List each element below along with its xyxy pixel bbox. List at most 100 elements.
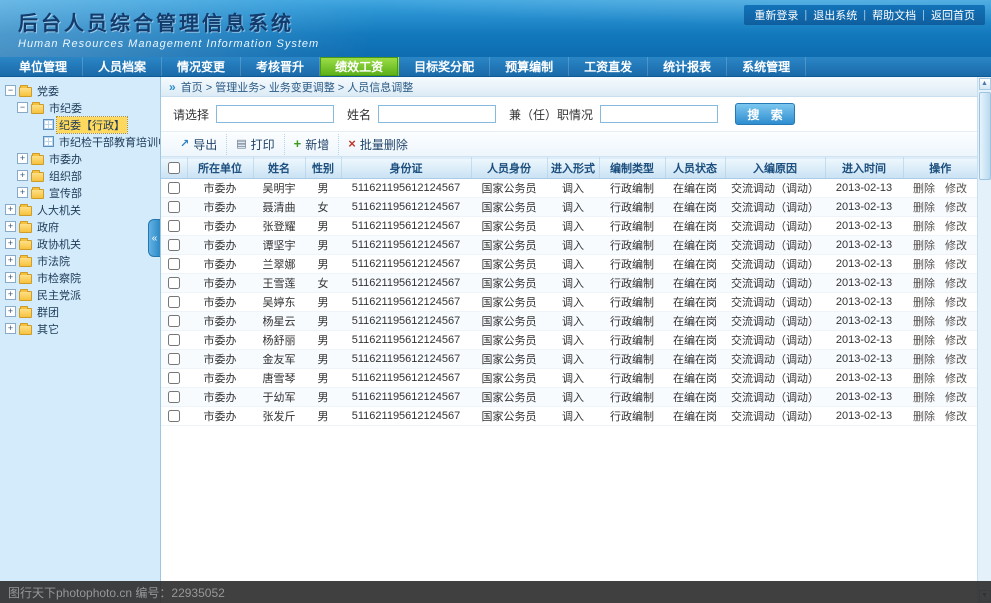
nav-item-0[interactable]: 单位管理 (4, 57, 83, 76)
expand-node-icon[interactable]: + (5, 221, 16, 232)
parttime-input[interactable] (600, 105, 718, 123)
scrollbar-thumb[interactable] (979, 92, 991, 180)
tree-item-6[interactable]: + 宣传部 (0, 184, 160, 201)
tree-item-1[interactable]: − 市纪委 (0, 99, 160, 116)
expand-node-icon[interactable]: + (5, 306, 16, 317)
nav-item-1[interactable]: 人员档案 (83, 57, 162, 76)
row-checkbox[interactable] (168, 258, 180, 270)
search-button[interactable]: 搜 索 (735, 103, 795, 125)
edit-link[interactable]: 修改 (945, 392, 967, 404)
tree-label[interactable]: 市检察院 (35, 270, 83, 286)
tree-item-0[interactable]: − 党委 (0, 82, 160, 99)
tree-item-3[interactable]: 市纪检干部教育培训中心 (0, 133, 160, 150)
expand-node-icon[interactable]: + (17, 187, 28, 198)
edit-link[interactable]: 修改 (945, 240, 967, 252)
tree-label[interactable]: 市纪委 (47, 100, 84, 116)
tree-label[interactable]: 宣传部 (47, 185, 84, 201)
tree-item-7[interactable]: + 人大机关 (0, 201, 160, 218)
nav-item-8[interactable]: 统计报表 (648, 57, 727, 76)
row-checkbox[interactable] (168, 239, 180, 251)
edit-link[interactable]: 修改 (945, 411, 967, 423)
edit-link[interactable]: 修改 (945, 259, 967, 271)
header-link-1[interactable]: 退出系统 (813, 7, 857, 23)
delete-link[interactable]: 删除 (913, 240, 935, 252)
expand-node-icon[interactable]: + (17, 153, 28, 164)
edit-link[interactable]: 修改 (945, 221, 967, 233)
expand-node-icon[interactable]: + (5, 323, 16, 334)
edit-link[interactable]: 修改 (945, 335, 967, 347)
delete-link[interactable]: 删除 (913, 354, 935, 366)
tree-label[interactable]: 组织部 (47, 168, 84, 184)
collapse-node-icon[interactable]: − (17, 102, 28, 113)
tree-label[interactable]: 群团 (35, 304, 61, 320)
select-input[interactable] (216, 105, 334, 123)
delete-link[interactable]: 删除 (913, 221, 935, 233)
header-link-3[interactable]: 返回首页 (931, 7, 975, 23)
delete-link[interactable]: 删除 (913, 297, 935, 309)
tree-item-13[interactable]: + 群团 (0, 303, 160, 320)
tree-item-8[interactable]: +政府 (0, 218, 160, 235)
tree-label[interactable]: 市委办 (47, 151, 84, 167)
edit-link[interactable]: 修改 (945, 354, 967, 366)
tree-item-11[interactable]: + 市检察院 (0, 269, 160, 286)
vertical-scrollbar[interactable]: ▲ ▼ (977, 77, 991, 603)
edit-link[interactable]: 修改 (945, 202, 967, 214)
tree-label[interactable]: 民主党派 (35, 287, 83, 303)
edit-link[interactable]: 修改 (945, 316, 967, 328)
nav-item-7[interactable]: 工资直发 (569, 57, 648, 76)
toolbar-batch-delete-button[interactable]: 批量删除 (339, 134, 417, 155)
row-checkbox[interactable] (168, 353, 180, 365)
edit-link[interactable]: 修改 (945, 297, 967, 309)
row-checkbox[interactable] (168, 296, 180, 308)
row-checkbox[interactable] (168, 334, 180, 346)
expand-node-icon[interactable]: + (5, 204, 16, 215)
row-checkbox[interactable] (168, 201, 180, 213)
delete-link[interactable]: 删除 (913, 259, 935, 271)
tree-label[interactable]: 纪委【行政】 (57, 117, 127, 133)
row-checkbox[interactable] (168, 182, 180, 194)
nav-item-5[interactable]: 目标奖分配 (399, 57, 490, 76)
collapse-node-icon[interactable]: − (5, 85, 16, 96)
expand-node-icon[interactable]: + (5, 272, 16, 283)
delete-link[interactable]: 删除 (913, 335, 935, 347)
tree-label[interactable]: 人大机关 (35, 202, 83, 218)
select-all-checkbox[interactable] (168, 162, 180, 174)
toolbar-add-button[interactable]: 新增 (285, 134, 340, 155)
tree-label[interactable]: 其它 (35, 321, 61, 337)
nav-item-2[interactable]: 情况变更 (162, 57, 241, 76)
row-checkbox[interactable] (168, 391, 180, 403)
expand-node-icon[interactable]: + (17, 170, 28, 181)
expand-node-icon[interactable]: + (5, 255, 16, 266)
row-checkbox[interactable] (168, 220, 180, 232)
tree-item-2[interactable]: 纪委【行政】 (0, 116, 160, 133)
tree-item-5[interactable]: + 组织部 (0, 167, 160, 184)
name-input[interactable] (378, 105, 496, 123)
tree-item-4[interactable]: + 市委办 (0, 150, 160, 167)
tree-label[interactable]: 党委 (35, 83, 61, 99)
delete-link[interactable]: 删除 (913, 278, 935, 290)
tree-item-10[interactable]: + 市法院 (0, 252, 160, 269)
row-checkbox[interactable] (168, 315, 180, 327)
delete-link[interactable]: 删除 (913, 392, 935, 404)
tree-label[interactable]: 市法院 (35, 253, 72, 269)
nav-item-6[interactable]: 预算编制 (490, 57, 569, 76)
sidebar-collapse-handle[interactable]: « (148, 219, 160, 257)
expand-node-icon[interactable]: + (5, 289, 16, 300)
edit-link[interactable]: 修改 (945, 278, 967, 290)
row-checkbox[interactable] (168, 410, 180, 422)
nav-item-3[interactable]: 考核晋升 (241, 57, 320, 76)
tree-label[interactable]: 市纪检干部教育培训中心 (57, 134, 161, 150)
header-link-0[interactable]: 重新登录 (754, 7, 798, 23)
tree-item-14[interactable]: + 其它 (0, 320, 160, 337)
row-checkbox[interactable] (168, 277, 180, 289)
toolbar-print-button[interactable]: 打印 (227, 134, 284, 155)
edit-link[interactable]: 修改 (945, 183, 967, 195)
tree-item-12[interactable]: + 民主党派 (0, 286, 160, 303)
toolbar-export-button[interactable]: 导出 (171, 134, 227, 155)
delete-link[interactable]: 删除 (913, 202, 935, 214)
row-checkbox[interactable] (168, 372, 180, 384)
header-link-2[interactable]: 帮助文档 (872, 7, 916, 23)
delete-link[interactable]: 删除 (913, 373, 935, 385)
delete-link[interactable]: 删除 (913, 411, 935, 423)
edit-link[interactable]: 修改 (945, 373, 967, 385)
